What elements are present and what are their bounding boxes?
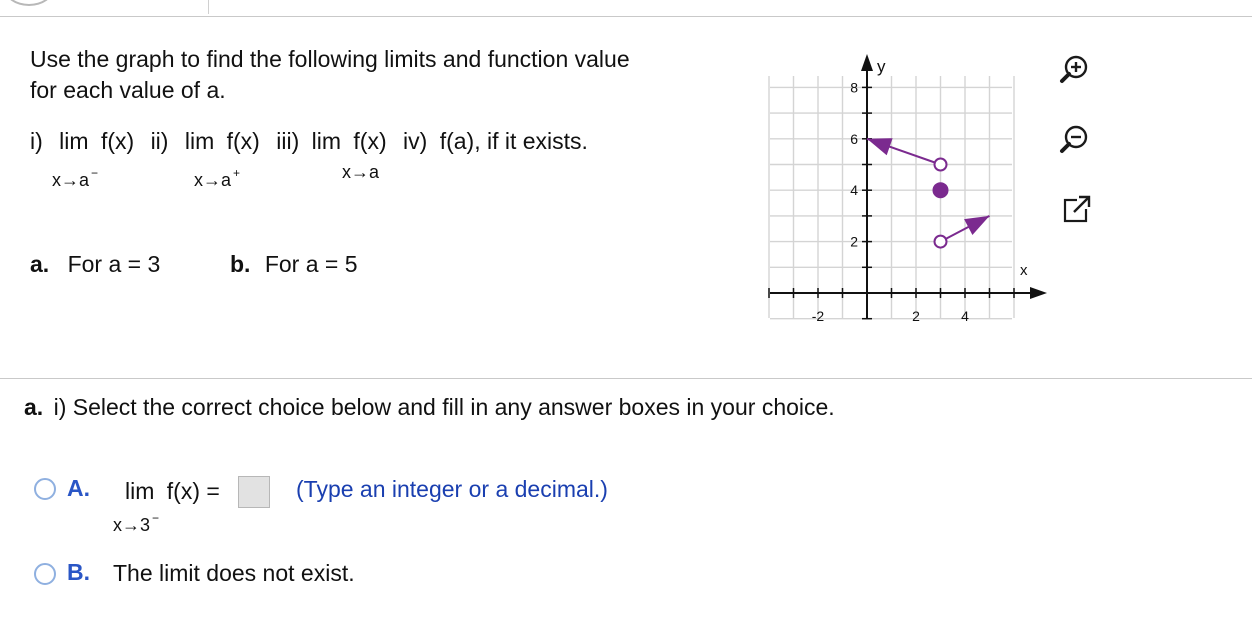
choice-a-fx: f(x) = [166, 478, 220, 504]
y-tick-label: 2 [850, 234, 858, 250]
sub-question: a. i) Select the correct choice below an… [24, 392, 835, 423]
external-link-icon[interactable] [1060, 192, 1094, 226]
y-tick-label: 6 [850, 131, 858, 147]
part-b-letter: b. [230, 251, 251, 277]
open-point [933, 234, 948, 249]
x-tick-label: -2 [812, 308, 825, 324]
x-tick-label: 2 [912, 308, 920, 324]
top-partial-circle [4, 0, 54, 6]
item-ii-label: ii) [150, 128, 169, 154]
part-a-letter: a. [30, 251, 50, 277]
choice-b-letter: B. [67, 559, 90, 585]
part-a-text: For a = 3 [67, 251, 161, 277]
choice-a-subscript: x→3− [113, 511, 160, 535]
open-point [933, 157, 948, 172]
item-iii-fx: f(x) [353, 128, 387, 154]
top-rule [0, 16, 1252, 17]
graph-grid [768, 76, 1015, 320]
zoom-in-icon[interactable] [1058, 52, 1092, 86]
choice-a-radio[interactable] [34, 478, 56, 500]
choice-a-expression: lim f(x) = [125, 476, 220, 507]
part-b: b. For a = 5 [230, 251, 358, 278]
item-iv-label: iv) [403, 128, 428, 154]
section-divider [0, 378, 1252, 379]
prompt-line-1: Use the graph to find the following limi… [30, 46, 630, 72]
choice-b-radio[interactable] [34, 563, 56, 585]
choice-b-text: The limit does not exist. [113, 560, 355, 586]
arrowhead-icon [867, 138, 893, 156]
item-i-lim: lim [59, 128, 89, 154]
part-a: a. For a = 3 [30, 251, 160, 278]
choice-a-letter: A. [67, 475, 90, 501]
part-b-text: For a = 5 [264, 251, 358, 277]
limits-list: i) lim f(x) ii) lim f(x) iii) lim f(x) i… [30, 126, 588, 157]
sub-question-text: i) Select the correct choice below and f… [53, 394, 835, 420]
item-i-fx: f(x) [100, 128, 135, 154]
y-axis-arrow-icon [861, 54, 873, 71]
closed-point [932, 182, 949, 199]
choice-a-lim: lim [125, 478, 155, 504]
top-divider [208, 0, 209, 14]
x-axis-label: x [1020, 262, 1028, 279]
item-ii-fx: f(x) [226, 128, 260, 154]
y-tick-label: 8 [850, 79, 858, 95]
item-iv-text: f(a), if it exists. [439, 128, 588, 154]
function-graph: -2 2 4 2 4 6 8 x y [768, 54, 1047, 324]
sub-question-label: a. [24, 394, 44, 420]
item-ii-subscript: x→a + [194, 166, 241, 190]
x-tick-label: 4 [961, 308, 969, 324]
y-tick-label: 4 [850, 182, 858, 198]
y-axis-label: y [877, 57, 886, 76]
item-i-subscript: x→a − [52, 166, 99, 190]
graph-tick-labels: -2 2 4 2 4 6 8 [812, 79, 969, 324]
question-prompt: Use the graph to find the following limi… [30, 44, 630, 106]
zoom-out-icon[interactable] [1058, 122, 1092, 156]
choice-a-hint: (Type an integer or a decimal.) [296, 476, 608, 502]
item-iii-subscript: x→a [342, 162, 380, 182]
item-iii-label: iii) [276, 128, 300, 154]
graph-axes [770, 54, 1047, 318]
item-i-label: i) [30, 128, 43, 154]
graph-plot [866, 137, 990, 249]
answer-input-box[interactable] [238, 476, 270, 508]
prompt-line-2: for each value of a. [30, 77, 226, 103]
x-axis-arrow-icon [1030, 287, 1047, 299]
arrowhead-icon [964, 215, 990, 236]
item-iii-lim: lim [311, 128, 342, 154]
item-ii-lim: lim [184, 128, 215, 154]
